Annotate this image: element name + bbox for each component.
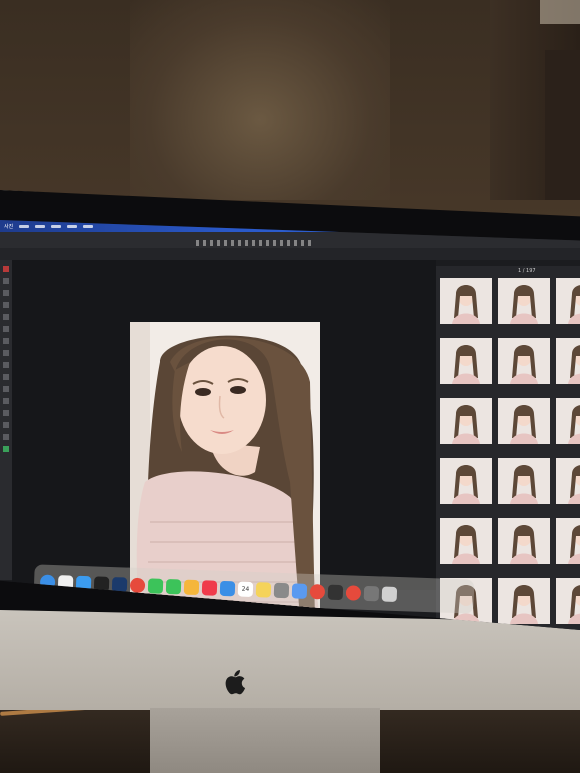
thumbnail[interactable]: 이름 없는 촬영0198.ARW (556, 518, 580, 564)
thumbnail-image (556, 458, 580, 504)
thumbnail-image (440, 278, 492, 324)
secondary-toolbar (0, 248, 580, 260)
thumbnail[interactable]: 이름 없는 촬영0195.ARW (556, 458, 580, 504)
terminal-icon[interactable] (327, 584, 344, 600)
browser-count: 1 / 197 (518, 268, 536, 274)
tool-icon[interactable] (3, 266, 9, 272)
tool-icon[interactable] (3, 326, 9, 332)
thumbnail-image (556, 578, 580, 624)
music-icon[interactable] (201, 579, 218, 596)
thumbnail[interactable]: 이름 없는 촬영0194.ARW (498, 458, 550, 504)
calculator-icon[interactable] (363, 585, 380, 601)
menu-item[interactable] (19, 224, 30, 228)
thumbnail[interactable]: 이름 없는 촬영0180.ARW (440, 338, 492, 384)
thumbnail-image (498, 398, 550, 444)
trash-icon[interactable] (381, 585, 398, 602)
thumbnail[interactable]: 이름 없는 촬영0193.ARW (440, 458, 492, 504)
thumbnail-browser: 1 / 197 이름 없는 촬영0175.ARW이름 없는 촬영0176.ARW… (436, 266, 580, 630)
thumbnail[interactable]: 이름 없는 촬영0201.ARW (556, 578, 580, 624)
chrome-icon[interactable] (309, 583, 326, 599)
thumbnail[interactable]: 이름 없는 촬영0197.ARW (498, 518, 550, 564)
messages-icon[interactable] (165, 578, 182, 594)
thumbnail-image (498, 578, 550, 624)
thumbnail[interactable]: 이름 없는 촬영0182.ARW (498, 338, 550, 384)
menu-bar-label[interactable]: 사진 (4, 223, 13, 230)
photo-viewer (12, 260, 436, 620)
chrome-icon[interactable] (345, 584, 362, 601)
menu-item[interactable] (67, 224, 78, 228)
chrome-icon[interactable] (129, 577, 146, 593)
thumbnail-image (440, 338, 492, 384)
appstore-icon[interactable] (219, 580, 236, 596)
thumbnail-image (556, 518, 580, 564)
thumbnail[interactable]: 이름 없는 촬영0175.ARW (440, 278, 492, 324)
tool-icon[interactable] (3, 338, 9, 344)
thumbnail[interactable]: 이름 없는 촬영0185.ARW (556, 338, 580, 384)
thumbnail-image (498, 458, 550, 504)
tool-icon[interactable] (3, 398, 9, 404)
tool-icon[interactable] (3, 410, 9, 416)
tool-icon[interactable] (3, 362, 9, 368)
photoshop-icon[interactable] (111, 576, 128, 593)
preview-icon[interactable] (291, 582, 308, 599)
menu-item[interactable] (83, 224, 94, 228)
thumbnail[interactable]: 이름 없는 촬영0189.ARW (556, 398, 580, 444)
thumbnail[interactable]: 이름 없는 촬영0187.ARW (440, 398, 492, 444)
tool-strip[interactable] (196, 240, 311, 246)
notes-icon[interactable] (255, 581, 272, 598)
tool-icon[interactable] (3, 422, 9, 428)
thumbnail-image (498, 518, 550, 564)
monitor-chin (0, 610, 580, 710)
thumbnail-image (498, 278, 550, 324)
calendar-icon[interactable]: 24 (237, 580, 254, 597)
tool-icon[interactable] (3, 278, 9, 284)
frame-edge (540, 0, 580, 24)
apple-logo-icon (225, 670, 246, 695)
thumbnail[interactable]: 이름 없는 촬영0177.ARW (556, 278, 580, 324)
tool-icon[interactable] (3, 446, 9, 452)
tool-icon[interactable] (3, 302, 9, 308)
tool-icon[interactable] (3, 290, 9, 296)
tool-icon[interactable] (3, 374, 9, 380)
tool-icon[interactable] (3, 314, 9, 320)
thumbnail[interactable]: 이름 없는 촬영0176.ARW (498, 278, 550, 324)
thumbnail-image (440, 518, 492, 564)
left-tool-panel (0, 260, 12, 580)
thumbnail-image (556, 278, 580, 324)
facetime-icon[interactable] (147, 577, 164, 594)
thumbnail-image (556, 338, 580, 384)
picture-frame (545, 50, 580, 200)
menu-item[interactable] (51, 224, 62, 228)
thumbnail[interactable]: 이름 없는 촬영0196.ARW (440, 518, 492, 564)
tool-icon[interactable] (3, 386, 9, 392)
thumbnail[interactable]: 이름 없는 촬영0188.ARW (498, 398, 550, 444)
thumbnail-image (440, 458, 492, 504)
thumbnail[interactable]: 이름 없는 촬영0200.ARW (498, 578, 550, 624)
settings-icon[interactable] (273, 582, 290, 598)
menu-item[interactable] (35, 224, 46, 228)
photos-icon[interactable] (183, 579, 200, 595)
monitor-stand (150, 708, 380, 773)
tool-icon[interactable] (3, 350, 9, 356)
thumbnail-image (556, 398, 580, 444)
wall-light (130, 0, 390, 200)
screen: 사진 1 / 197 24 (0, 220, 580, 630)
thumbnail-image (440, 398, 492, 444)
tool-icon[interactable] (3, 434, 9, 440)
thumbnail-image (498, 338, 550, 384)
